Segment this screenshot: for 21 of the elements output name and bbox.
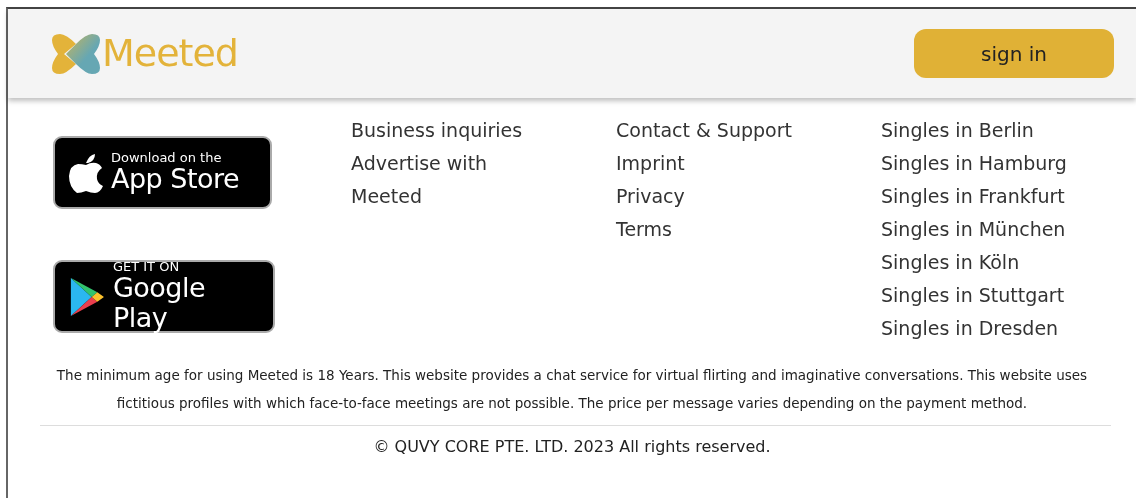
copyright-text: © QUVY CORE PTE. LTD. 2023 All rights reserved. [372,436,772,458]
footer-link[interactable]: Singles in Köln [881,246,1020,279]
footer-link[interactable]: Singles in Stuttgart [881,279,1065,312]
footer-link[interactable]: Singles in Hamburg [881,147,1067,180]
footer-link[interactable]: Singles in Dresden [881,312,1059,345]
apple-icon [69,152,103,193]
sign-in-button[interactable]: sign in [914,29,1114,78]
footer-link[interactable]: Contact & Support [616,114,792,147]
logo-text: Meeted [102,30,238,77]
footer-link[interactable]: Singles in Frankfurt [881,180,1065,213]
footer-link[interactable]: Imprint [616,147,685,180]
google-play-badge[interactable]: GET IT ON Google Play [53,260,275,333]
heart-logo-icon [50,33,102,74]
disclaimer-text: The minimum age for using Meeted is 18 Years. This website provides a chat service for virtual flirting and imaginative conversations. This website uses fictitious profiles with which face-to-face meetings are not possible. The price per message varies depending on the payment method. [55,366,1089,413]
footer-link[interactable]: Advertise with Meeted [351,147,536,213]
footer-link[interactable]: Privacy [616,180,685,213]
footer-link[interactable]: Terms [616,213,672,246]
footer-link[interactable]: Singles in Berlin [881,114,1034,147]
app-store-badge[interactable]: Download on the App Store [53,136,272,209]
footer-link[interactable]: Singles in München [881,213,1066,246]
footer-link[interactable]: Business inquiries [351,114,523,147]
